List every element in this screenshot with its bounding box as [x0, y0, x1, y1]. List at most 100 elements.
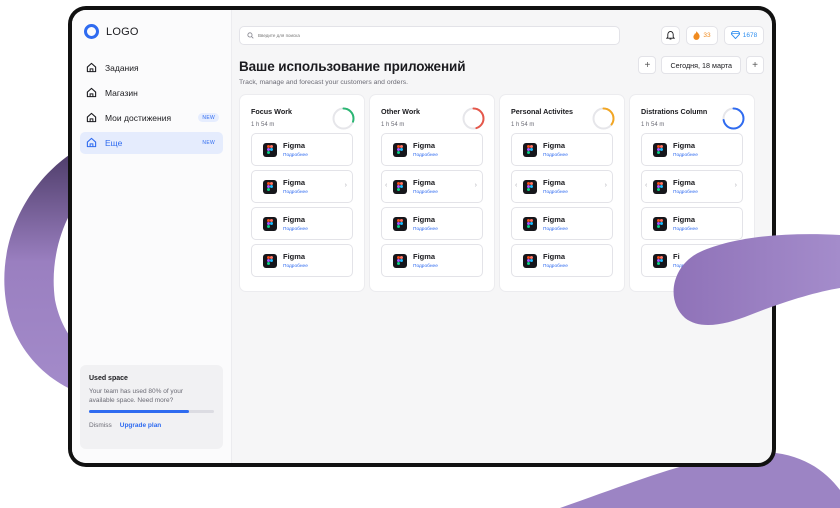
app-card[interactable]: Figma Подробнее: [381, 207, 483, 240]
notifications-button[interactable]: [661, 25, 680, 45]
app-card[interactable]: ‹ › Figma Подробнее: [641, 170, 743, 203]
app-name: Figma: [543, 252, 566, 261]
sidebar-item-2[interactable]: Мои достижения NEW: [80, 107, 223, 129]
details-link[interactable]: Подробнее: [543, 190, 568, 195]
date-controls: + Сегодня, 18 марта +: [638, 56, 764, 74]
app-card[interactable]: Figma Подробнее: [641, 207, 743, 240]
app-card[interactable]: Figma Подробнее: [511, 207, 613, 240]
progress-ring: [332, 107, 355, 130]
gems-counter[interactable]: 1678: [724, 25, 764, 45]
logo[interactable]: LOGO: [80, 24, 223, 39]
plus-icon: +: [644, 59, 651, 71]
stage: LOGO Задания Магазин Мои достижения NEW Еще N…: [0, 0, 840, 508]
details-link[interactable]: Подробнее: [283, 264, 308, 269]
app-card[interactable]: Figma Подробнее: [251, 244, 353, 277]
gems-count: 1678: [742, 31, 758, 39]
app-name: Figma: [673, 215, 696, 224]
chevron-right-icon[interactable]: ›: [735, 182, 737, 189]
tablet-frame: LOGO Задания Магазин Мои достижения NEW Еще N…: [68, 6, 776, 467]
app-column: Distrations Column 1 h 54 m Figma Подробнее…: [629, 94, 755, 292]
figma-icon: [653, 253, 667, 268]
app-name: Figma: [413, 141, 436, 150]
figma-icon: [523, 179, 537, 194]
chevron-left-icon[interactable]: ‹: [515, 182, 517, 189]
columns-board: Focus Work 1 h 54 m Figma Подробнее › Figma По…: [239, 94, 764, 292]
used-space-description: Your team has used 80% of your available…: [89, 388, 184, 404]
date-picker[interactable]: Сегодня, 18 марта: [661, 56, 741, 74]
search-box[interactable]: [239, 25, 620, 45]
app-screen: LOGO Задания Магазин Мои достижения NEW Еще N…: [72, 10, 772, 463]
sidebar-item-1[interactable]: Магазин: [80, 82, 223, 104]
add-left-button[interactable]: +: [638, 56, 657, 74]
details-link[interactable]: Подробнее: [673, 190, 698, 195]
details-link[interactable]: Подробнее: [413, 264, 438, 269]
details-link[interactable]: Подробнее: [283, 153, 308, 158]
sidebar-item-label: Еще: [105, 138, 123, 148]
app-name: Figma: [413, 178, 436, 187]
details-link[interactable]: Подробнее: [673, 227, 698, 232]
details-link[interactable]: Подробнее: [413, 153, 438, 158]
diamond-icon: [730, 31, 740, 39]
app-column: Focus Work 1 h 54 m Figma Подробнее › Figma По…: [239, 94, 365, 292]
app-name: Fi: [673, 252, 680, 261]
topbar: 33 1678: [239, 25, 764, 45]
chevron-left-icon[interactable]: ‹: [385, 182, 387, 189]
logo-ring-icon: [84, 24, 99, 39]
sidebar-item-label: Мои достижения: [105, 113, 172, 123]
details-link[interactable]: Подробнее: [413, 190, 438, 195]
figma-icon: [263, 216, 277, 231]
sidebar-item-0[interactable]: Задания: [80, 57, 223, 79]
figma-icon: [653, 179, 667, 194]
sidebar-item-label: Магазин: [105, 88, 138, 98]
new-badge: NEW: [198, 113, 219, 122]
app-card[interactable]: › Figma Подробнее: [251, 170, 353, 203]
used-space-progress: [89, 410, 214, 413]
figma-icon: [263, 142, 277, 157]
add-right-button[interactable]: +: [746, 56, 764, 74]
sidebar-item-3[interactable]: Еще NEW: [80, 132, 223, 154]
details-link[interactable]: Подробнее: [543, 227, 568, 232]
upgrade-plan-button[interactable]: Upgrade plan: [120, 422, 162, 429]
chevron-right-icon[interactable]: ›: [475, 182, 477, 189]
app-card[interactable]: Figma Подробнее: [511, 244, 613, 277]
app-card[interactable]: Figma Подробнее: [251, 207, 353, 240]
app-name: Figma: [283, 178, 306, 187]
details-link[interactable]: Подробнее: [413, 227, 438, 232]
chevron-left-icon[interactable]: ‹: [645, 182, 647, 189]
figma-icon: [393, 253, 407, 268]
search-input[interactable]: [258, 32, 558, 38]
details-link[interactable]: Подробнее: [283, 227, 308, 232]
app-card[interactable]: Figma Подробнее: [511, 133, 613, 166]
sidebar-item-label: Задания: [105, 63, 139, 73]
figma-icon: [263, 253, 277, 268]
app-card[interactable]: Figma Подробнее: [381, 133, 483, 166]
details-link[interactable]: Подробнее: [543, 264, 568, 269]
dismiss-button[interactable]: Dismiss: [89, 422, 112, 429]
details-link[interactable]: Подробнее: [673, 153, 698, 158]
figma-icon: [263, 179, 277, 194]
chevron-right-icon[interactable]: ›: [605, 182, 607, 189]
app-card[interactable]: ‹ › Figma Подробнее: [511, 170, 613, 203]
app-card[interactable]: ‹ › Figma Подробнее: [381, 170, 483, 203]
streak-count: 33: [703, 31, 711, 39]
home-icon: [86, 137, 99, 150]
app-name: Figma: [413, 252, 436, 261]
app-card[interactable]: Figma Подробнее: [641, 133, 743, 166]
figma-icon: [393, 216, 407, 231]
details-link[interactable]: Подробнее: [543, 153, 568, 158]
chevron-right-icon[interactable]: ›: [345, 182, 347, 189]
used-space-title: Used space: [89, 375, 128, 382]
app-name: Figma: [283, 252, 306, 261]
app-card[interactable]: Fi Подробнее: [641, 244, 743, 277]
app-name: Figma: [413, 215, 436, 224]
progress-ring: [722, 107, 745, 130]
app-card[interactable]: Figma Подробнее: [381, 244, 483, 277]
app-card[interactable]: Figma Подробнее: [251, 133, 353, 166]
main-content: 33 1678 Ваше использование при: [232, 10, 772, 463]
app-column: Personal Activites 1 h 54 m Figma Подробнее…: [499, 94, 625, 292]
app-name: Figma: [543, 141, 566, 150]
streak-counter[interactable]: 33: [686, 25, 718, 45]
details-link[interactable]: Подробнее: [283, 190, 308, 195]
sidebar-nav: Задания Магазин Мои достижения NEW Еще NEW: [80, 57, 223, 154]
details-link[interactable]: Подробнее: [673, 264, 698, 269]
